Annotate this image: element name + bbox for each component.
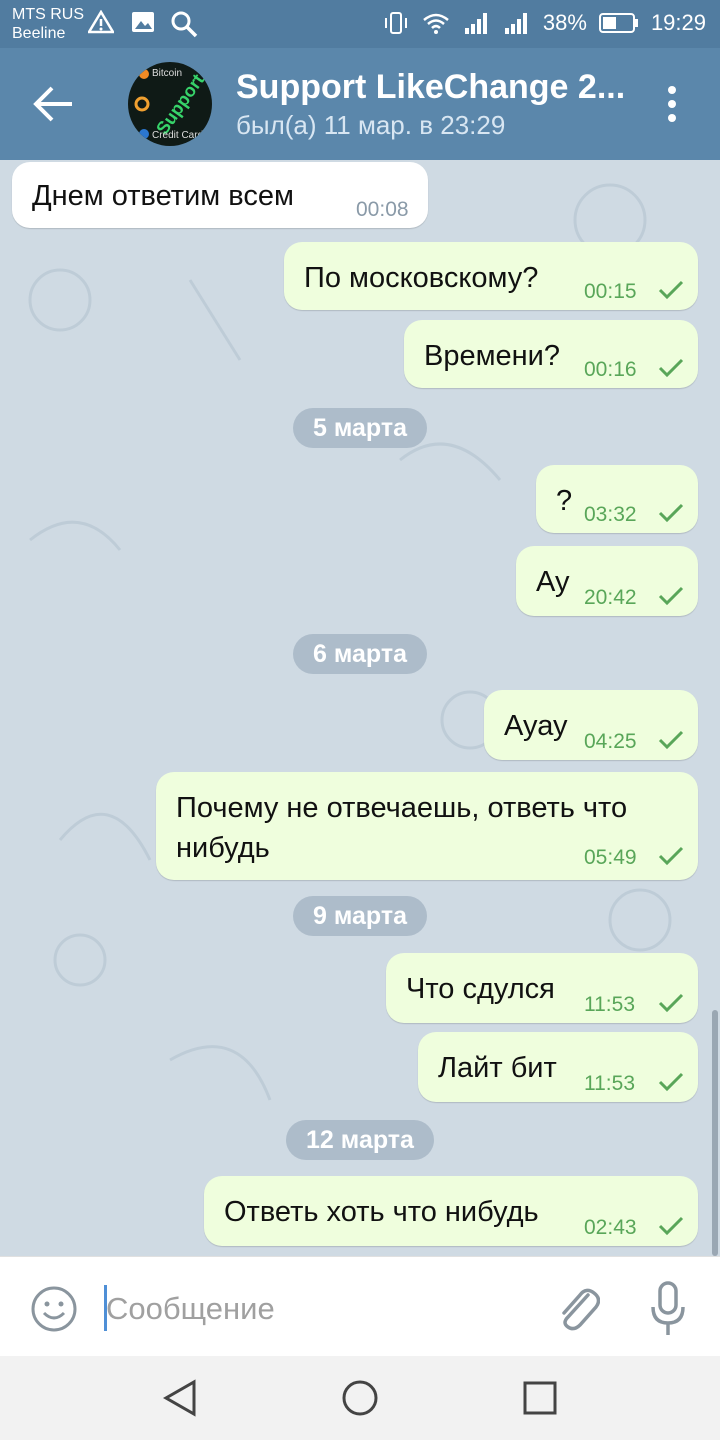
last-seen-status: был(а) 11 мар. в 23:29	[236, 110, 506, 140]
nav-recents-icon[interactable]	[522, 1380, 558, 1416]
message-bubble-outgoing[interactable]: По московскому? 00:15	[284, 242, 698, 310]
message-bubble-incoming[interactable]: Днем ответим всем 00:08	[12, 162, 428, 228]
message-composer	[0, 1256, 720, 1357]
message-bubble-outgoing[interactable]: ? 03:32	[536, 465, 698, 533]
sent-check-icon	[658, 503, 684, 523]
message-bubble-outgoing[interactable]: Ау 20:42	[516, 546, 698, 616]
avatar-label-bitcoin: Bitcoin	[152, 68, 183, 79]
message-list[interactable]: Днем ответим всем 00:08 По московскому? …	[0, 160, 720, 1256]
emoji-icon[interactable]	[30, 1285, 78, 1333]
carrier: MTS RUS Beeline	[12, 5, 84, 43]
battery-percent: 38%	[542, 10, 587, 35]
message-time: 20:42	[584, 586, 637, 609]
battery-icon	[598, 13, 638, 33]
message-bubble-outgoing[interactable]: Почему не отвечаешь, ответь что нибудь 0…	[156, 772, 698, 880]
message-time: 00:16	[584, 358, 637, 381]
sent-check-icon	[658, 1072, 684, 1092]
signal-icon	[464, 13, 487, 34]
warning-icon	[88, 10, 114, 34]
message-bubble-outgoing[interactable]: Что сдулся 11:53	[386, 953, 698, 1023]
message-text: По московскому?	[304, 262, 539, 294]
signal-icon	[504, 13, 527, 34]
message-text: ?	[556, 485, 573, 517]
sent-check-icon	[658, 358, 684, 378]
back-arrow-icon[interactable]	[30, 84, 80, 124]
chat-header: Bitcoin Support Credit Card Support Like…	[0, 48, 720, 160]
nav-back-icon[interactable]	[160, 1378, 200, 1418]
message-text: Времени?	[424, 340, 561, 372]
status-right: 38% 19:29	[383, 10, 706, 36]
status-bar: MTS RUS Beeline 38% 19:29	[0, 0, 720, 48]
message-time: 11:53	[584, 1072, 635, 1095]
attach-paperclip-icon[interactable]	[552, 1281, 600, 1333]
date-separator: 5 марта	[293, 408, 427, 448]
message-text: Днем ответим всем	[32, 180, 294, 212]
vibrate-icon	[384, 12, 407, 34]
sent-check-icon	[658, 993, 684, 1013]
message-bubble-outgoing[interactable]: Ауау 04:25	[484, 690, 698, 760]
message-text: Ответь хоть что нибудь	[224, 1196, 539, 1228]
more-menu-icon[interactable]	[658, 84, 686, 124]
wifi-icon	[423, 13, 449, 34]
message-time: 04:25	[584, 730, 637, 753]
chat-title[interactable]: Support LikeChange 2...	[236, 68, 636, 107]
message-text: Ауау	[504, 710, 568, 742]
image-icon	[132, 12, 154, 32]
date-separator: 6 марта	[293, 634, 427, 674]
system-navigation-bar	[0, 1356, 720, 1440]
search-icon	[171, 11, 198, 38]
avatar[interactable]: Bitcoin Support Credit Card	[128, 62, 212, 146]
message-bubble-outgoing[interactable]: Лайт бит 11:53	[418, 1032, 698, 1102]
nav-home-icon[interactable]	[340, 1378, 380, 1418]
sent-check-icon	[658, 846, 684, 866]
message-text: Что сдулся	[406, 973, 555, 1005]
microphone-icon[interactable]	[650, 1281, 686, 1337]
sent-check-icon	[658, 730, 684, 750]
scrollbar[interactable]	[712, 1010, 718, 1256]
carrier-secondary: Beeline	[12, 25, 66, 42]
message-time: 03:32	[584, 503, 637, 526]
carrier-primary: MTS RUS	[12, 6, 84, 23]
clock: 19:29	[650, 10, 706, 35]
date-separator: 9 марта	[293, 896, 427, 936]
sent-check-icon	[658, 1216, 684, 1236]
message-input[interactable]	[104, 1283, 528, 1335]
sent-check-icon	[658, 586, 684, 606]
avatar-label-card: Credit Card	[152, 130, 204, 141]
message-time: 00:08	[356, 198, 409, 221]
message-time: 02:43	[584, 1216, 637, 1239]
date-separator: 12 марта	[286, 1120, 434, 1160]
message-text: Лайт бит	[438, 1052, 557, 1084]
message-time: 05:49	[584, 846, 637, 869]
message-bubble-outgoing[interactable]: Ответь хоть что нибудь 02:43	[204, 1176, 698, 1246]
sent-check-icon	[658, 280, 684, 300]
message-bubble-outgoing[interactable]: Времени? 00:16	[404, 320, 698, 388]
message-time: 11:53	[584, 993, 635, 1016]
message-text: Ау	[536, 566, 570, 598]
message-time: 00:15	[584, 280, 637, 303]
